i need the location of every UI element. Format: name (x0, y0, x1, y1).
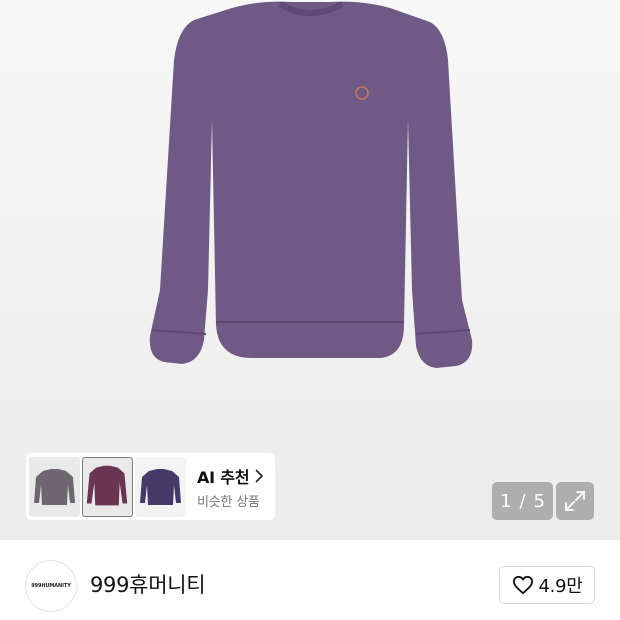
like-count: 4.9만 (538, 576, 583, 597)
expand-arrows-icon (565, 491, 585, 511)
thumb-purple-longsleeve[interactable] (135, 456, 186, 517)
sweatshirt-body (149, 1, 473, 368)
ai-recommend-title: AI 추천 (197, 467, 250, 487)
brand-name[interactable]: 999휴머니티 (90, 569, 206, 599)
brand-logo-avatar[interactable]: 999HUMANITY (25, 560, 77, 612)
brand-logo-text: 999HUMANITY (31, 583, 71, 589)
chevron-right-icon (255, 468, 264, 483)
pager-total: 5 (533, 490, 545, 512)
like-button[interactable]: 4.9만 (499, 566, 595, 604)
ai-recommend-subtitle: 비슷한 상품 (197, 494, 260, 510)
ai-recommend-card[interactable]: AI 추천 비슷한 상품 (26, 453, 275, 520)
image-pager: 1 / 5 (492, 482, 553, 520)
pager-current: 1 (500, 490, 512, 512)
thumb-gray-longsleeve[interactable] (29, 456, 80, 517)
expand-button[interactable] (556, 482, 594, 520)
thumb-burgundy-longsleeve[interactable] (82, 456, 133, 517)
pager-separator: / (519, 490, 526, 512)
ai-recommend-text[interactable]: AI 추천 비슷한 상품 (197, 464, 264, 510)
heart-outline-icon (512, 575, 533, 595)
product-image-area[interactable]: AI 추천 비슷한 상품 1 / 5 (0, 0, 620, 540)
product-image[interactable] (140, 0, 480, 380)
